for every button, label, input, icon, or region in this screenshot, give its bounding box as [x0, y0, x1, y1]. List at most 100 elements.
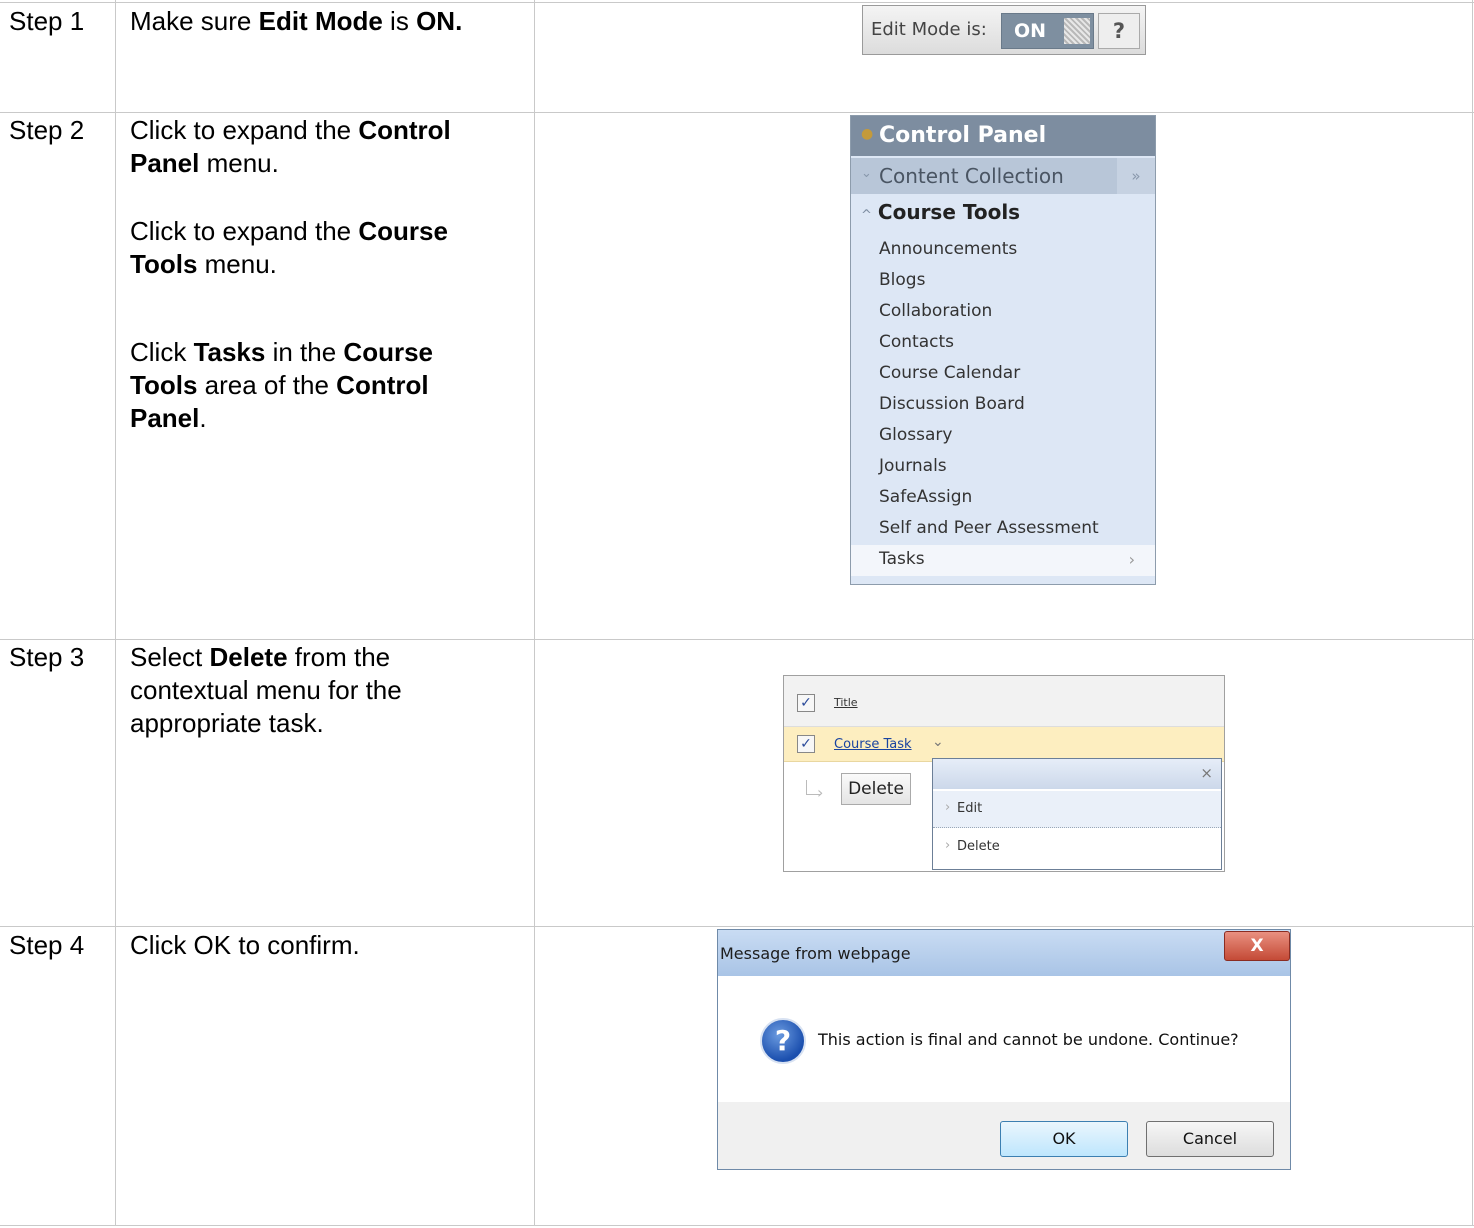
task-title-link[interactable]: Course Task: [834, 737, 912, 752]
step-label: Step 1: [9, 6, 85, 36]
instruction-bold: Delete: [209, 642, 288, 672]
chevron-down-icon: ⌄: [861, 166, 872, 181]
row-divider: [0, 926, 1474, 927]
instruction-step4: Click OK to confirm.: [130, 929, 520, 962]
course-tools-item-label: SafeAssign: [879, 487, 973, 507]
row-checkbox[interactable]: ✓: [797, 735, 815, 753]
edit-mode-state: ON: [1014, 20, 1047, 42]
instruction-text: is: [382, 6, 417, 36]
course-tools-item[interactable]: Contacts: [851, 328, 1155, 359]
course-tools-item-label: Self and Peer Assessment: [879, 518, 1099, 538]
course-tools-list: Announcements Blogs Collaboration Contac…: [851, 235, 1155, 576]
dialog-message: This action is final and cannot be undon…: [818, 1030, 1239, 1049]
dialog-footer: OK Cancel: [718, 1102, 1290, 1169]
course-tools-item-label: Announcements: [879, 239, 1018, 259]
instruction-text: menu.: [199, 148, 279, 178]
task-list-header: ✓ Title: [784, 676, 1224, 727]
edit-mode-widget: Edit Mode is: ON ?: [862, 5, 1146, 55]
dialog-title: Message from webpage: [720, 944, 911, 963]
row-divider: [0, 639, 1474, 640]
task-list-panel: ✓ Title ✓ Course Task ⌄ › Delete × › Edi…: [783, 675, 1225, 872]
instruction-text: .: [199, 403, 207, 433]
select-all-checkbox[interactable]: ✓: [797, 694, 815, 712]
step-label: Step 2: [9, 115, 85, 145]
instruction-step1: Make sure Edit Mode is ON.: [130, 5, 520, 38]
instruction-text: in the: [265, 337, 344, 367]
instruction-step2a: Click to expand the Control Panel menu.: [130, 114, 510, 180]
contextual-menu-header: ×: [933, 759, 1221, 789]
chevron-up-icon: ^: [861, 208, 872, 223]
chevron-right-icon: ›: [945, 800, 951, 815]
instruction-bold: Tasks: [193, 337, 266, 367]
table-border: [0, 1225, 1474, 1226]
menu-item-delete[interactable]: › Delete: [933, 829, 1221, 865]
instruction-text: menu.: [197, 249, 277, 279]
course-tools-item[interactable]: Announcements: [851, 235, 1155, 266]
course-tools-item[interactable]: Self and Peer Assessment: [851, 514, 1155, 545]
confirm-dialog: Message from webpage X ? This action is …: [717, 929, 1291, 1170]
course-tools-item-label: Glossary: [879, 425, 953, 445]
column-divider: [115, 0, 116, 1226]
star-icon: ●: [861, 126, 874, 142]
chevron-right-icon: ›: [1128, 550, 1135, 569]
course-tools-item[interactable]: Blogs: [851, 266, 1155, 297]
control-panel-title: Control Panel: [879, 123, 1047, 148]
content-collection-label: Content Collection: [879, 164, 1064, 188]
instruction-text: Click to expand the: [130, 115, 359, 145]
course-tools-item[interactable]: Journals: [851, 452, 1155, 483]
course-tools-item[interactable]: Discussion Board: [851, 390, 1155, 421]
control-panel: ● Control Panel ⌄ Content Collection » ^…: [850, 115, 1156, 585]
dialog-body: ? This action is final and cannot be und…: [718, 976, 1290, 1102]
course-tools-item-label: Discussion Board: [879, 394, 1025, 414]
control-panel-header[interactable]: ● Control Panel: [851, 116, 1155, 156]
menu-item-edit[interactable]: › Edit: [933, 791, 1221, 828]
contextual-menu-chevron-icon[interactable]: ⌄: [932, 734, 944, 750]
course-tools-item[interactable]: Course Calendar: [851, 359, 1155, 390]
delete-button[interactable]: Delete: [841, 773, 911, 805]
close-icon[interactable]: ×: [1200, 764, 1213, 782]
content-collection-item[interactable]: ⌄ Content Collection »: [851, 158, 1155, 194]
instruction-step3: Select Delete from the contextual menu f…: [130, 641, 470, 740]
ok-button[interactable]: OK: [1000, 1121, 1128, 1157]
cancel-button[interactable]: Cancel: [1146, 1121, 1274, 1157]
help-button[interactable]: ?: [1098, 13, 1140, 49]
course-tools-item-label: Tasks: [879, 549, 925, 569]
instruction-bold: Edit Mode: [258, 6, 383, 36]
double-chevron-right-icon[interactable]: »: [1117, 158, 1155, 194]
instruction-text: Click: [130, 337, 194, 367]
menu-item-label: Edit: [957, 801, 983, 816]
table-border: [0, 2, 1474, 3]
course-tools-item[interactable]: SafeAssign: [851, 483, 1155, 514]
course-tools-item-label: Collaboration: [879, 301, 993, 321]
course-tools-item[interactable]: Collaboration: [851, 297, 1155, 328]
instruction-text: Click OK to confirm.: [130, 930, 360, 960]
instruction-step2b: Click to expand the Course Tools menu.: [130, 215, 510, 281]
instruction-text: Make sure: [130, 6, 259, 36]
course-tools-label: Course Tools: [877, 200, 1021, 224]
course-tools-item-tasks[interactable]: Tasks ›: [851, 545, 1155, 576]
instruction-text: Click to expand the: [130, 216, 359, 246]
toggle-handle-icon: [1064, 18, 1090, 44]
step-label: Step 4: [9, 930, 85, 960]
column-divider: [534, 0, 535, 1226]
edit-mode-toggle[interactable]: ON: [1001, 13, 1094, 49]
table-row: ✓ Course Task ⌄: [784, 727, 1224, 762]
table-border: [1472, 0, 1473, 1226]
dialog-close-button[interactable]: X: [1224, 931, 1290, 961]
instruction-text: area of the: [197, 370, 337, 400]
chevron-right-icon: ›: [945, 838, 951, 853]
step-label: Step 3: [9, 642, 85, 672]
course-tools-item-label: Journals: [879, 456, 947, 476]
instruction-step2c: Click Tasks in the Course Tools area of …: [130, 336, 490, 435]
dialog-titlebar: Message from webpage X: [718, 930, 1290, 976]
menu-item-label: Delete: [957, 839, 1000, 854]
course-tools-item-label: Course Calendar: [879, 363, 1021, 383]
course-tools-header[interactable]: ^ Course Tools: [861, 200, 1020, 224]
arrow-right-icon: ›: [817, 783, 824, 802]
contextual-menu: × › Edit › Delete: [932, 758, 1222, 870]
course-tools-item-label: Contacts: [879, 332, 954, 352]
instruction-bold: ON.: [416, 6, 463, 36]
title-column-header[interactable]: Title: [834, 696, 858, 709]
course-tools-item[interactable]: Glossary: [851, 421, 1155, 452]
course-tools-item-label: Blogs: [879, 270, 926, 290]
